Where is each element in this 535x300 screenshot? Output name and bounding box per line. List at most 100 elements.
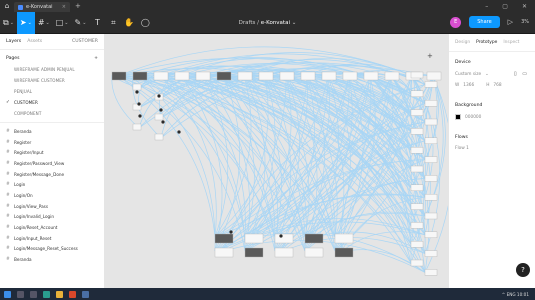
frame-thumbnail[interactable] [384,71,400,81]
new-tab-button[interactable]: + [75,2,81,10]
layer-item[interactable]: # Login/View_Pass [0,201,104,212]
layer-item[interactable]: # Login [0,179,104,190]
frame-thumbnail[interactable] [334,233,354,244]
layer-item[interactable]: # Login/Input_Reset [0,233,104,244]
frame-thumbnail[interactable] [410,259,424,267]
height-input[interactable]: 768 [493,83,501,88]
frame-thumbnail[interactable] [424,99,438,107]
chevron-down-icon[interactable]: ⌄ [485,72,489,77]
frame-thumbnail[interactable] [410,240,424,248]
frame-thumbnail[interactable] [244,247,264,258]
close-window-button[interactable]: ✕ [522,3,527,10]
frame-thumbnail[interactable] [363,71,379,81]
layer-item[interactable]: # Login/Invalid_Login [0,212,104,223]
layer-item[interactable]: # Beranda [0,254,104,265]
tab-inspect[interactable]: Inspect [503,40,519,45]
frame-thumbnail[interactable] [279,71,295,81]
frame-thumbnail[interactable] [154,133,164,141]
frame-thumbnail[interactable] [424,175,438,182]
frame-thumbnail[interactable] [132,71,148,81]
frame-thumbnail[interactable] [274,233,294,244]
search-icon[interactable] [17,290,24,298]
page-item[interactable]: PENJUAL [0,86,104,97]
frame-thumbnail[interactable] [132,83,142,91]
frame-thumbnail[interactable] [424,269,438,276]
frame-thumbnail[interactable] [410,165,424,173]
share-button[interactable]: Share [469,16,500,28]
page-item[interactable]: WIREFRAME CUSTOMER [0,75,104,86]
frame-thumbnail[interactable] [214,233,234,244]
edge-icon[interactable] [43,290,50,298]
tab-design[interactable]: Design [455,40,470,45]
width-input[interactable]: 1366 [463,83,474,88]
frame-thumbnail[interactable] [424,250,438,257]
frame-thumbnail[interactable] [410,71,424,79]
tab-assets[interactable]: Assets [27,39,42,44]
layer-item[interactable]: # Register/Input [0,147,104,158]
background-swatch[interactable] [455,114,461,120]
frame-thumbnail[interactable] [424,81,438,88]
frame-thumbnail[interactable] [244,233,264,244]
frame-thumbnail[interactable] [321,71,337,81]
frame-thumbnail[interactable] [153,71,169,81]
present-icon[interactable]: ▷ [508,18,513,26]
device-select[interactable]: Custom size [455,72,481,77]
chevron-down-icon[interactable]: ⌄ [292,20,297,26]
tab-prototype[interactable]: Prototype [476,40,497,45]
system-tray[interactable]: ^ ENG 10:01 [502,292,535,297]
frame-thumbnail[interactable] [410,90,424,97]
close-tab-icon[interactable]: × [62,4,66,10]
frame-thumbnail[interactable] [426,71,442,81]
frame-thumbnail[interactable] [237,71,253,81]
layer-item[interactable]: # Login/Reset_Account [0,222,104,233]
frame-thumbnail[interactable] [300,71,316,81]
layer-item[interactable]: # Register [0,137,104,148]
office-icon[interactable] [69,290,76,298]
flow-item[interactable]: Flow 1 [449,143,535,154]
drafts-link[interactable]: Drafts [239,20,256,26]
background-hex-input[interactable]: 000000 [465,115,481,120]
frame-thumbnail[interactable] [174,71,190,81]
frame-thumbnail[interactable] [258,71,274,81]
frame-thumbnail[interactable] [424,212,438,220]
frame-thumbnail[interactable] [334,247,354,258]
frame-thumbnail[interactable] [424,137,438,145]
frame-thumbnail[interactable] [154,113,164,121]
frame-thumbnail[interactable] [132,123,142,131]
frame-thumbnail[interactable] [424,156,438,163]
frame-thumbnail[interactable] [304,247,324,258]
minimize-button[interactable]: – [485,3,488,10]
help-button[interactable]: ? [516,263,530,277]
maximize-button[interactable]: ▢ [502,3,508,10]
frame-thumbnail[interactable] [410,146,424,154]
tab-layers[interactable]: Layers [6,39,21,44]
file-explorer-icon[interactable] [56,290,63,298]
chrome-icon[interactable] [82,290,89,298]
frame-thumbnail[interactable] [424,231,438,239]
frame-thumbnail[interactable] [274,247,294,258]
frame-thumbnail[interactable] [342,71,358,81]
frame-thumbnail[interactable] [195,71,211,81]
frame-thumbnail[interactable] [424,193,438,201]
page-item[interactable]: COMPONENT [0,108,104,119]
frame-thumbnail[interactable] [410,128,424,135]
windows-start-icon[interactable] [4,290,11,298]
layer-item[interactable]: # Register/Message_Done [0,169,104,180]
add-connection-icon[interactable]: + [427,52,433,60]
frame-thumbnail[interactable] [424,118,438,126]
current-page-selector[interactable]: CUSTOMER [72,39,98,44]
browser-tab[interactable]: e-Konvatai × [14,2,70,12]
orientation-toggle[interactable]: ▯ ▭ [514,71,529,77]
frame-thumbnail[interactable] [410,222,424,229]
frame-thumbnail[interactable] [410,184,424,192]
zoom-level[interactable]: 3% [521,19,529,25]
page-item[interactable]: WIREFRAME ADMIN PENJUAL [0,64,104,75]
canvas[interactable]: + [105,34,448,288]
frame-thumbnail[interactable] [216,71,232,81]
file-name[interactable]: e-Konvatai [261,20,290,26]
task-view-icon[interactable] [30,290,37,298]
layer-item[interactable]: # Login/On [0,190,104,201]
layer-item[interactable]: # Register/Password_View [0,158,104,169]
avatar[interactable]: E [450,16,462,28]
frame-thumbnail[interactable] [111,71,127,81]
